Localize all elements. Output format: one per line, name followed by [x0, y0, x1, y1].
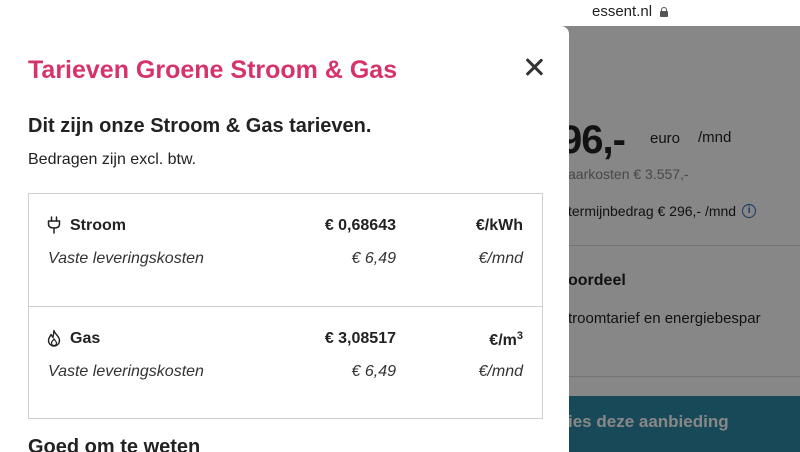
fixed-costs-label: Vaste leveringskosten	[48, 363, 204, 380]
fixed-costs-unit: €/mnd	[478, 250, 523, 267]
modal-subtitle: Dit zijn onze Stroom & Gas tarieven.	[28, 115, 372, 137]
fixed-costs-label: Vaste leveringskosten	[48, 250, 204, 267]
tariff-name: Stroom	[70, 217, 126, 234]
browser-url-bar[interactable]: essent.nl	[0, 0, 800, 26]
tariff-price: € 0,68643	[324, 217, 396, 234]
plug-icon	[47, 216, 61, 234]
url-display[interactable]: essent.nl	[592, 3, 669, 20]
tariffs-modal: Tarieven Groene Stroom & Gas Dit zijn on…	[0, 26, 569, 452]
tariff-unit: €/m3	[489, 330, 523, 350]
tariff-row-stroom: Stroom € 0,68643 €/kWh Vaste leveringsko…	[29, 194, 542, 306]
tariffs-table: Stroom € 0,68643 €/kWh Vaste leveringsko…	[28, 193, 543, 419]
modal-title: Tarieven Groene Stroom & Gas	[28, 56, 398, 84]
tariff-unit-text: €/m	[489, 332, 517, 349]
lock-icon	[659, 6, 669, 17]
url-text: essent.nl	[592, 3, 653, 20]
flame-icon	[47, 329, 61, 347]
tariff-row-gas: Gas € 3,08517 €/m3 Vaste leveringskosten…	[29, 306, 542, 418]
tariff-unit: €/kWh	[475, 217, 523, 234]
section-heading-good-to-know: Goed om te weten	[28, 436, 201, 452]
fixed-costs-price: € 6,49	[351, 250, 396, 267]
fixed-costs-unit: €/mnd	[478, 363, 523, 380]
fixed-costs-price: € 6,49	[351, 363, 396, 380]
vat-note: Bedragen zijn excl. btw.	[28, 151, 197, 168]
tariff-price: € 3,08517	[324, 330, 396, 347]
tariff-unit-exponent: 3	[516, 330, 523, 342]
tariff-name: Gas	[70, 330, 101, 347]
close-icon[interactable]	[522, 55, 546, 79]
